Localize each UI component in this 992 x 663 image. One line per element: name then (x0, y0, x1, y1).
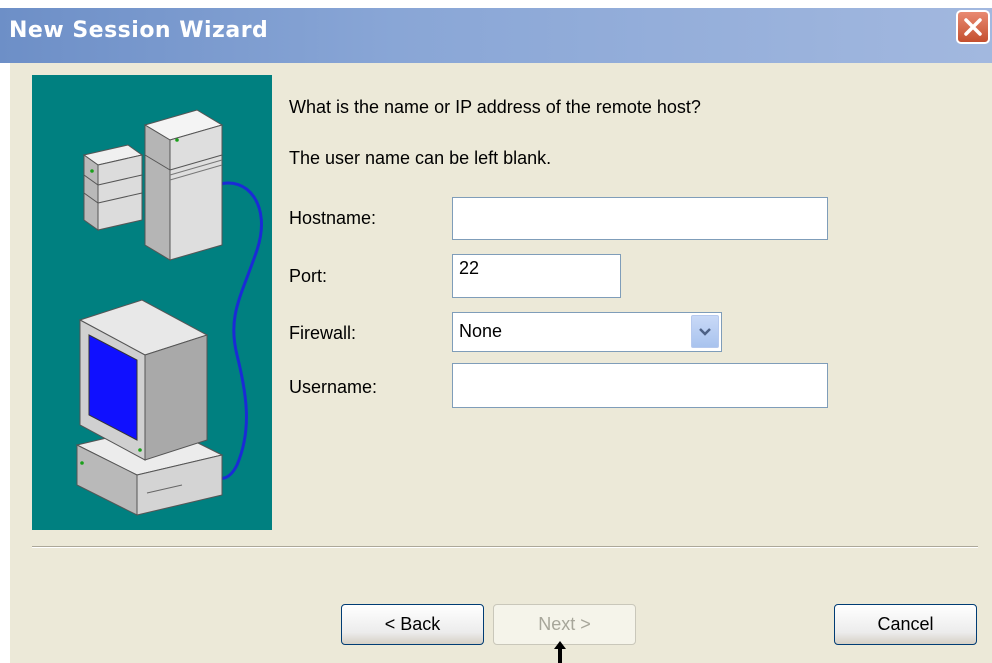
button-separator (32, 546, 978, 548)
close-button[interactable] (956, 10, 990, 44)
server-tower-icon (143, 109, 224, 261)
title-bar: New Session Wizard (0, 0, 992, 63)
hostname-input[interactable] (452, 197, 828, 240)
hostname-label: Hostname: (289, 208, 377, 228)
network-illustration (32, 75, 272, 530)
username-input[interactable] (452, 363, 828, 408)
computer-icon (75, 299, 224, 516)
window-title: New Session Wizard (9, 18, 269, 43)
port-input[interactable]: 22 (452, 254, 621, 298)
port-label: Port: (289, 266, 328, 286)
dropdown-button[interactable] (691, 315, 719, 348)
cancel-button[interactable]: Cancel (834, 604, 977, 645)
host-prompt-text: What is the name or IP address of the re… (289, 97, 701, 117)
firewall-select[interactable]: None (452, 312, 722, 352)
username-label: Username: (289, 377, 378, 397)
server-small-icon (82, 144, 144, 231)
mouse-pointer-arrow-icon (554, 641, 566, 663)
username-hint-text: The user name can be left blank. (289, 148, 552, 168)
back-button[interactable]: < Back (341, 604, 484, 645)
wizard-window: New Session Wizard What is the name or I… (0, 0, 992, 663)
firewall-selected-value: None (459, 321, 503, 341)
firewall-label: Firewall: (289, 323, 357, 343)
close-icon (964, 18, 982, 36)
next-button[interactable]: Next > (493, 604, 636, 645)
dropdown-arrow-icon (699, 327, 711, 336)
